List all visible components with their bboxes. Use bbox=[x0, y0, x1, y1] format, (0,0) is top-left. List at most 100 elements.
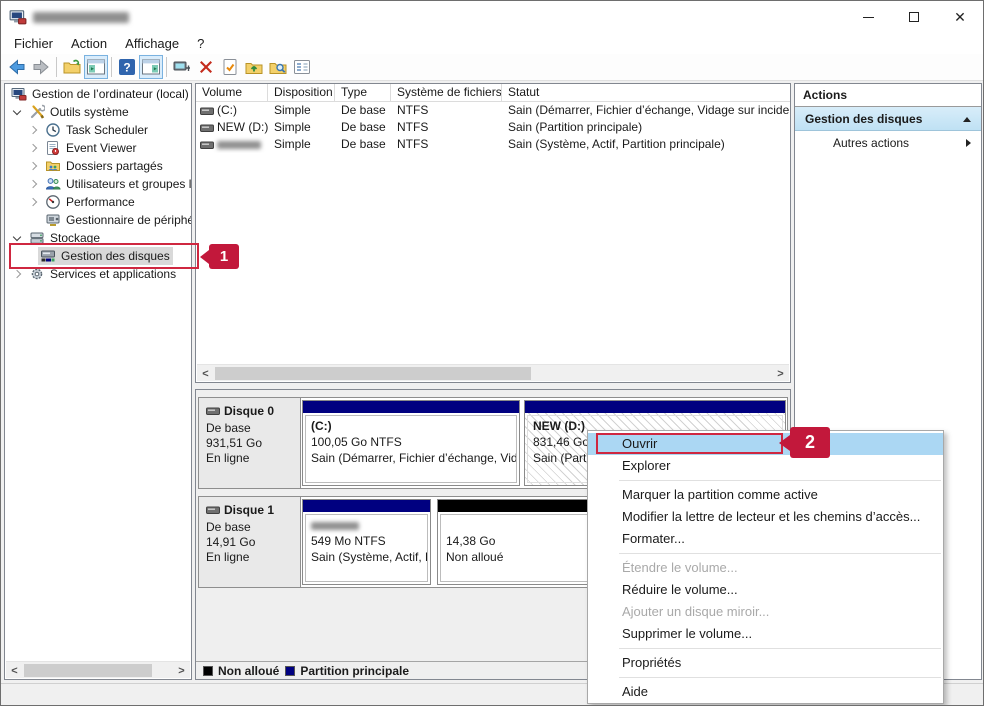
scrollbar-thumb[interactable] bbox=[215, 367, 531, 380]
menu-fichier[interactable]: Fichier bbox=[5, 33, 62, 54]
tree-item-gestionnaire-peripheriques[interactable]: Gestionnaire de périphériques bbox=[5, 211, 191, 229]
scroll-left-icon[interactable]: < bbox=[6, 662, 23, 679]
menu-help[interactable]: ? bbox=[188, 33, 213, 54]
tree-item-task-scheduler[interactable]: Task Scheduler bbox=[5, 121, 191, 139]
context-menu: Ouvrir Explorer Marquer la partition com… bbox=[587, 430, 944, 704]
partition-system-redacted[interactable]: 549 Mo NTFS Sain (Système, Actif, Partit… bbox=[302, 499, 431, 585]
scroll-right-icon[interactable]: > bbox=[772, 365, 789, 382]
volume-fs: NTFS bbox=[391, 136, 502, 153]
disk-1-label[interactable]: Disque 1 De base 14,91 Go En ligne bbox=[199, 497, 301, 587]
maximize-button[interactable] bbox=[891, 1, 937, 33]
volume-type: De base bbox=[335, 102, 391, 119]
menu-item-modifier-lettre[interactable]: Modifier la lettre de lecteur et les che… bbox=[588, 506, 943, 528]
tree-item-performance[interactable]: Performance bbox=[5, 193, 191, 211]
back-arrow-icon[interactable] bbox=[5, 55, 29, 79]
badge-arrow-icon bbox=[200, 250, 209, 264]
menu-item-aide[interactable]: Aide bbox=[588, 681, 943, 703]
menu-separator bbox=[619, 677, 941, 678]
minimize-button[interactable] bbox=[845, 1, 891, 33]
volume-row-new-d[interactable]: NEW (D:) Simple De base NTFS Sain (Parti… bbox=[196, 119, 790, 136]
volume-type: De base bbox=[335, 119, 391, 136]
tree-item-dossiers-partages[interactable]: Dossiers partagés bbox=[5, 157, 191, 175]
menu-separator bbox=[619, 480, 941, 481]
disk-status: En ligne bbox=[206, 550, 296, 565]
volume-status: Sain (Système, Actif, Partition principa… bbox=[502, 136, 790, 153]
menu-item-marquer-partition-active[interactable]: Marquer la partition comme active bbox=[588, 484, 943, 506]
submenu-arrow-icon bbox=[966, 139, 971, 147]
disk-0-label[interactable]: Disque 0 De base 931,51 Go En ligne bbox=[199, 398, 301, 488]
unallocated-swatch bbox=[203, 666, 213, 676]
column-header-volume[interactable]: Volume bbox=[196, 84, 268, 102]
tree-item-root[interactable]: Gestion de l’ordinateur (local) bbox=[5, 85, 191, 103]
menu-affichage[interactable]: Affichage bbox=[116, 33, 188, 54]
chevron-right-icon[interactable] bbox=[29, 126, 38, 135]
validate-document-icon[interactable] bbox=[218, 55, 242, 79]
close-button[interactable]: ✕ bbox=[937, 1, 983, 33]
actions-section-gestion-des-disques[interactable]: Gestion des disques bbox=[795, 107, 981, 131]
chevron-down-icon[interactable] bbox=[13, 108, 22, 117]
disk-size: 14,91 Go bbox=[206, 535, 296, 550]
menu-action[interactable]: Action bbox=[62, 33, 116, 54]
menu-item-reduire-volume[interactable]: Réduire le volume... bbox=[588, 579, 943, 601]
badge-number: 2 bbox=[790, 427, 830, 458]
drive-icon bbox=[200, 140, 214, 150]
chevron-right-icon[interactable] bbox=[29, 144, 38, 153]
volume-list-panel: Volume Disposition Type Système de fichi… bbox=[195, 83, 791, 383]
folder-search-icon[interactable] bbox=[266, 55, 290, 79]
tree-horizontal-scrollbar[interactable]: < > bbox=[6, 661, 190, 678]
chevron-right-icon[interactable] bbox=[29, 198, 38, 207]
column-header-type[interactable]: Type bbox=[335, 84, 391, 102]
partition-c[interactable]: (C:) 100,05 Go NTFS Sain (Démarrer, Fich… bbox=[302, 400, 520, 486]
volume-row-c[interactable]: (C:) Simple De base NTFS Sain (Démarrer,… bbox=[196, 102, 790, 119]
tree-item-label: Gestionnaire de périphériques bbox=[66, 213, 191, 227]
primary-partition-bar bbox=[303, 401, 519, 413]
disk-kind: De base bbox=[206, 520, 296, 535]
collapse-icon[interactable] bbox=[963, 117, 971, 122]
menu-item-proprietes[interactable]: Propriétés bbox=[588, 652, 943, 674]
actions-item-label: Autres actions bbox=[833, 136, 909, 150]
column-header-statut[interactable]: Statut bbox=[502, 84, 790, 102]
help-icon[interactable]: ? bbox=[115, 55, 139, 79]
volume-type: De base bbox=[335, 136, 391, 153]
menu-item-etendre-volume: Étendre le volume... bbox=[588, 557, 943, 579]
tree-item-event-viewer[interactable]: Event Viewer bbox=[5, 139, 191, 157]
show-action-pane-icon[interactable] bbox=[139, 55, 163, 79]
volume-name-redacted bbox=[217, 141, 261, 149]
chevron-right-icon[interactable] bbox=[29, 180, 38, 189]
column-header-fs[interactable]: Système de fichiers bbox=[391, 84, 502, 102]
folder-up-icon[interactable] bbox=[242, 55, 266, 79]
tree-item-utilisateurs-groupes[interactable]: Utilisateurs et groupes locaux bbox=[5, 175, 191, 193]
actions-section-label: Gestion des disques bbox=[805, 112, 922, 126]
remote-view-icon[interactable] bbox=[170, 55, 194, 79]
menu-item-formater[interactable]: Formater... bbox=[588, 528, 943, 550]
drive-icon bbox=[206, 505, 220, 515]
scroll-right-icon[interactable]: > bbox=[173, 662, 190, 679]
chevron-down-icon[interactable] bbox=[13, 234, 22, 243]
chevron-right-icon[interactable] bbox=[13, 270, 22, 279]
show-console-tree-icon[interactable] bbox=[84, 55, 108, 79]
column-header-disposition[interactable]: Disposition bbox=[268, 84, 335, 102]
svg-text:?: ? bbox=[123, 61, 130, 75]
scroll-left-icon[interactable]: < bbox=[197, 365, 214, 382]
delete-icon[interactable] bbox=[194, 55, 218, 79]
scrollbar-thumb[interactable] bbox=[24, 664, 152, 677]
tree-item-label: Outils système bbox=[50, 105, 129, 119]
partition-status: Sain (Système, Actif, Partition principa… bbox=[311, 549, 427, 565]
properties-list-icon[interactable] bbox=[290, 55, 314, 79]
volume-status: Sain (Partition principale) bbox=[502, 119, 790, 136]
open-folder-icon[interactable] bbox=[60, 55, 84, 79]
toolbar-separator bbox=[56, 57, 57, 77]
titlebar: ✕ bbox=[1, 1, 983, 33]
menu-item-ajouter-disque-miroir: Ajouter un disque miroir... bbox=[588, 601, 943, 623]
menu-item-supprimer-volume[interactable]: Supprimer le volume... bbox=[588, 623, 943, 645]
forward-arrow-icon[interactable] bbox=[29, 55, 53, 79]
partition-title: (C:) bbox=[311, 418, 516, 434]
chevron-right-icon[interactable] bbox=[29, 162, 38, 171]
tree-item-outils-systeme[interactable]: Outils système bbox=[5, 103, 191, 121]
computer-management-icon bbox=[9, 8, 27, 26]
disk-size: 931,51 Go bbox=[206, 436, 296, 451]
volume-horizontal-scrollbar[interactable]: < > bbox=[197, 364, 789, 381]
actions-item-autres-actions[interactable]: Autres actions bbox=[795, 131, 981, 155]
menu-item-explorer[interactable]: Explorer bbox=[588, 455, 943, 477]
volume-row-redacted[interactable]: Simple De base NTFS Sain (Système, Actif… bbox=[196, 136, 790, 153]
